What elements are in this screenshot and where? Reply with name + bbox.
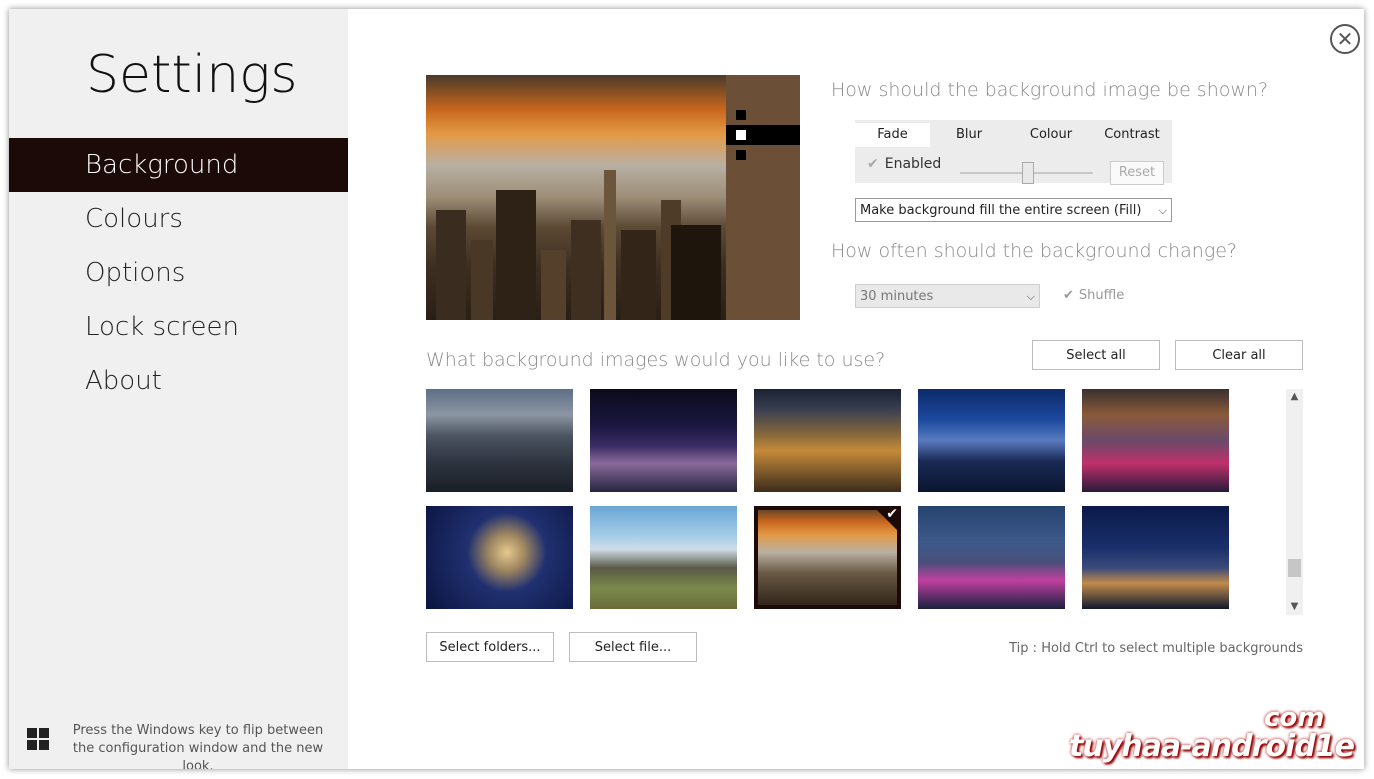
- chevron-down-icon: ⌵: [1026, 290, 1035, 303]
- checkmark-icon: ✔: [886, 506, 898, 522]
- nav-item-options[interactable]: Options: [9, 246, 348, 300]
- windows-logo-icon: [27, 728, 49, 750]
- tab-contrast[interactable]: Contrast: [1097, 123, 1167, 147]
- enabled-label: Enabled: [884, 156, 942, 172]
- ferris-wheel-night-thumb[interactable]: [918, 506, 1065, 609]
- effects-panel: Fade Blur Colour Contrast ✔ Enabled Reset: [855, 120, 1172, 185]
- fade-slider-thumb[interactable]: [1021, 162, 1034, 184]
- select-file-button[interactable]: Select file...: [569, 632, 697, 662]
- chevron-down-icon: ⌵: [1158, 204, 1167, 217]
- preview-image: [426, 75, 726, 320]
- sidebar: Settings Background Colours Options Lock…: [9, 9, 348, 769]
- reset-button[interactable]: Reset: [1110, 161, 1164, 185]
- nav-item-lock-screen[interactable]: Lock screen: [9, 300, 348, 354]
- close-button[interactable]: ✕: [1330, 24, 1360, 54]
- sidebar-nav: Background Colours Options Lock screen A…: [9, 138, 348, 408]
- tab-colour[interactable]: Colour: [1015, 123, 1087, 147]
- check-icon: ✔: [867, 156, 879, 172]
- select-all-button[interactable]: Select all: [1032, 340, 1160, 370]
- tab-fade[interactable]: Fade: [855, 123, 930, 147]
- windows-key-hint: Press the Windows key to flip between th…: [72, 723, 324, 769]
- nav-item-colours[interactable]: Colours: [9, 192, 348, 246]
- nav-item-background[interactable]: Background: [9, 138, 348, 192]
- new-york-sunset-thumb[interactable]: ✔: [754, 506, 901, 609]
- city-lights-aerial-thumb[interactable]: [754, 389, 901, 492]
- display-question: How should the background image be shown…: [831, 79, 1269, 101]
- enabled-checkbox[interactable]: ✔ Enabled: [867, 156, 941, 172]
- watermark-text: tuyhaa-android1e: [1069, 729, 1355, 764]
- nav-item-about[interactable]: About: [9, 354, 348, 408]
- select-folders-button[interactable]: Select folders...: [426, 632, 554, 662]
- scrollbar-thumb[interactable]: [1288, 559, 1301, 577]
- fireworks-burst-thumb[interactable]: [426, 506, 573, 609]
- preview-dot: [736, 110, 746, 120]
- change-question: How often should the background change?: [831, 240, 1238, 262]
- watermark-logo: tuyhaa-android1e com: [1034, 703, 1355, 769]
- shuffle-label: Shuffle: [1078, 288, 1125, 303]
- fit-mode-value: Make background fill the entire screen (…: [860, 203, 1142, 218]
- london-shard-night-thumb[interactable]: [1082, 506, 1229, 609]
- preview-dot: [736, 150, 746, 160]
- city-night-neon-thumb[interactable]: [590, 389, 737, 492]
- clear-all-button[interactable]: Clear all: [1175, 340, 1303, 370]
- machu-picchu-thumb[interactable]: [590, 506, 737, 609]
- background-preview: [426, 75, 800, 320]
- fireworks-harbour-thumb[interactable]: [1082, 389, 1229, 492]
- preview-dot-active: [736, 130, 746, 140]
- interval-value: 30 minutes: [860, 289, 934, 304]
- settings-title: Settings: [86, 45, 298, 105]
- multi-select-tip: Tip : Hold Ctrl to select multiple backg…: [1009, 641, 1303, 656]
- interval-select[interactable]: 30 minutes ⌵: [855, 284, 1040, 308]
- tab-blur[interactable]: Blur: [935, 123, 1003, 147]
- chevron-up-icon[interactable]: ▲: [1286, 389, 1303, 405]
- shuffle-checkbox[interactable]: ✔ Shuffle: [1063, 288, 1124, 303]
- chevron-down-icon[interactable]: ▼: [1286, 599, 1303, 615]
- check-icon: ✔: [1063, 288, 1074, 303]
- settings-window: Settings Background Colours Options Lock…: [9, 9, 1364, 769]
- city-skyline-dusk-thumb[interactable]: [426, 389, 573, 492]
- thumbnails-scrollbar[interactable]: ▲ ▼: [1286, 389, 1303, 615]
- singapore-skyline-thumb[interactable]: [918, 389, 1065, 492]
- watermark-suffix: com: [1264, 703, 1325, 733]
- images-question: What background images would you like to…: [426, 349, 886, 371]
- fit-mode-select[interactable]: Make background fill the entire screen (…: [855, 198, 1172, 222]
